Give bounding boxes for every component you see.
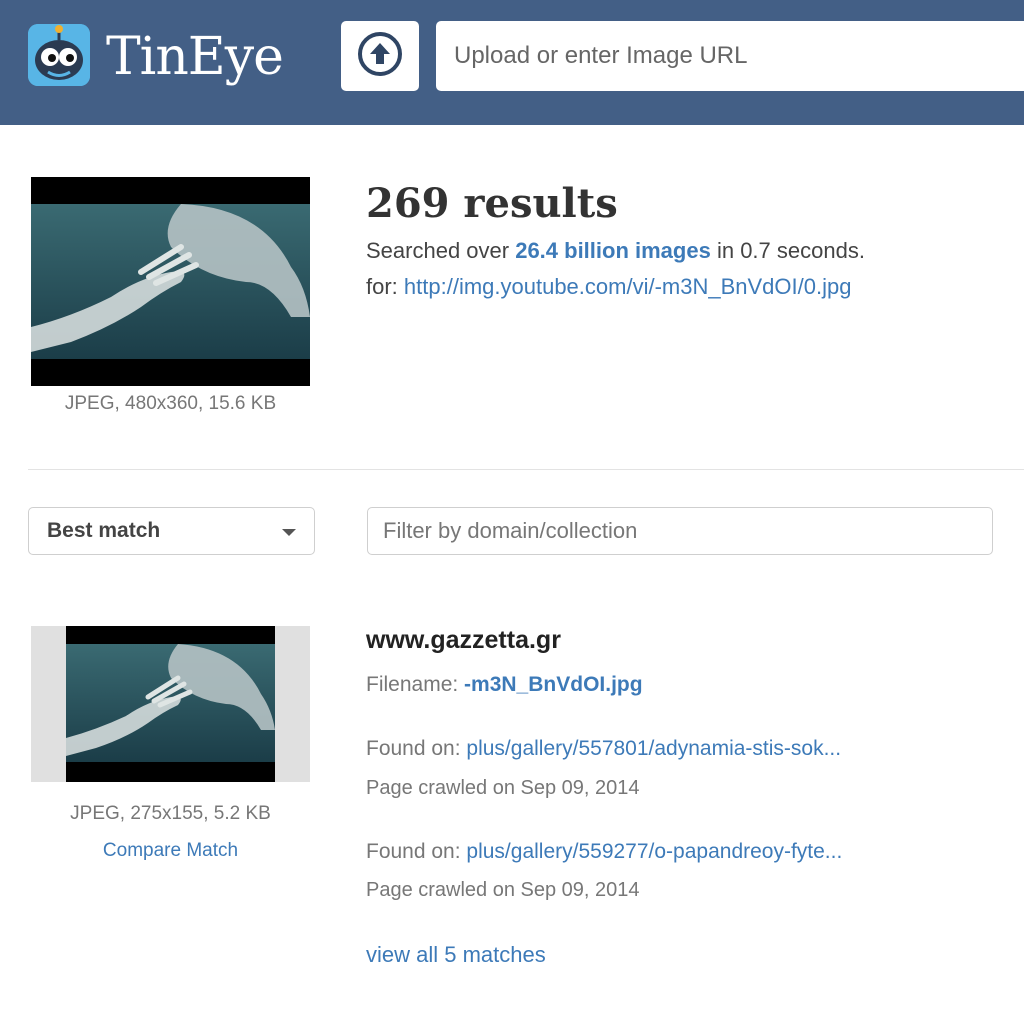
compare-match-link[interactable]: Compare Match <box>31 840 310 862</box>
found-on-link[interactable]: plus/gallery/559277/o-papandreoy-fyte... <box>466 840 842 863</box>
result-image[interactable] <box>66 626 275 782</box>
image-url-input[interactable] <box>436 21 1024 91</box>
found-on-label: Found on: <box>366 840 467 863</box>
filename-link[interactable]: -m3N_BnVdOI.jpg <box>464 673 643 696</box>
caret-down-icon <box>282 529 296 536</box>
query-url-link[interactable]: http://img.youtube.com/vi/-m3N_BnVdOI/0.… <box>404 274 852 299</box>
query-image-meta: JPEG, 480x360, 15.6 KB <box>64 393 277 414</box>
result-image-meta: JPEG, 275x155, 5.2 KB <box>70 803 271 824</box>
view-all-matches-link[interactable]: view all 5 matches <box>366 942 546 968</box>
found-on-label: Found on: <box>366 737 467 760</box>
searched-prefix: Searched over <box>366 238 516 263</box>
searched-suffix: in 0.7 seconds. <box>710 238 865 263</box>
found-on-line: Found on: plus/gallery/559277/o-papandre… <box>366 840 842 864</box>
for-label: for: <box>366 274 404 299</box>
sort-select[interactable]: Best match <box>28 507 315 555</box>
logo-wordmark[interactable]: TinEye <box>106 22 284 92</box>
query-image <box>31 177 310 386</box>
divider <box>28 469 1024 470</box>
billion-images-link[interactable]: 26.4 billion images <box>515 238 711 263</box>
filter-input[interactable] <box>367 507 993 555</box>
tineye-robot-icon[interactable] <box>28 24 90 86</box>
found-on-link[interactable]: plus/gallery/557801/adynamia-stis-sok... <box>466 737 841 760</box>
crawled-date: Page crawled on Sep 09, 2014 <box>366 777 640 799</box>
crawled-date: Page crawled on Sep 09, 2014 <box>366 879 640 901</box>
found-on-line: Found on: plus/gallery/557801/adynamia-s… <box>366 737 841 761</box>
filename-line: Filename: -m3N_BnVdOI.jpg <box>366 673 643 697</box>
result-domain[interactable]: www.gazzetta.gr <box>366 626 561 655</box>
sort-selected-label: Best match <box>47 519 161 542</box>
query-url-line: for: http://img.youtube.com/vi/-m3N_BnVd… <box>366 274 851 300</box>
search-summary: Searched over 26.4 billion images in 0.7… <box>366 238 865 264</box>
top-bar: TinEye <box>0 0 1024 125</box>
results-count: 269 results <box>366 180 618 227</box>
upload-button[interactable] <box>341 21 419 91</box>
upload-arrow-icon <box>356 30 404 83</box>
filename-label: Filename: <box>366 673 465 696</box>
